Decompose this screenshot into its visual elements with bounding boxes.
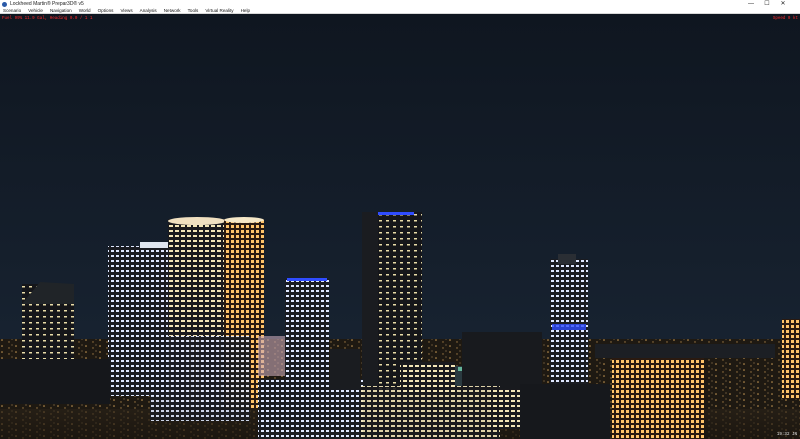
maximize-icon[interactable]: ☐: [760, 0, 774, 8]
building-lower-block: [150, 336, 250, 421]
building-foreground-right: [612, 356, 704, 439]
menu-virtual-reality[interactable]: Virtual Reality: [205, 8, 233, 14]
sim-clock: 19:32 JN: [776, 433, 797, 437]
app-window: Lockheed Martin® Prepar3D® v5 — ☐ ✕ Scen…: [0, 0, 800, 439]
minimize-icon[interactable]: —: [744, 0, 758, 8]
hud-status-left: Fuel 99% 11.9 Gal, Heading 0.0 / 1 1: [2, 17, 93, 21]
menu-help[interactable]: Help: [241, 8, 250, 14]
menu-network[interactable]: Network: [164, 8, 181, 14]
menu-options[interactable]: Options: [98, 8, 114, 14]
menu-world[interactable]: World: [79, 8, 91, 14]
menu-analysis[interactable]: Analysis: [140, 8, 157, 14]
menu-tools[interactable]: Tools: [188, 8, 199, 14]
building-blue-tower: [285, 279, 329, 384]
simulation-viewport[interactable]: [0, 14, 800, 439]
menu-scenario[interactable]: Scenario: [3, 8, 21, 14]
menu-views[interactable]: Views: [120, 8, 132, 14]
menu-navigation[interactable]: Navigation: [50, 8, 72, 14]
menu-vehicle[interactable]: Vehicle: [28, 8, 43, 14]
building-foreground-center: [360, 386, 500, 439]
night-city-scene: [0, 14, 800, 439]
close-icon[interactable]: ✕: [776, 0, 790, 8]
app-icon: [2, 1, 7, 7]
building-edge-right: [782, 319, 800, 399]
hud-status-right: Speed 0 kt: [772, 17, 798, 21]
